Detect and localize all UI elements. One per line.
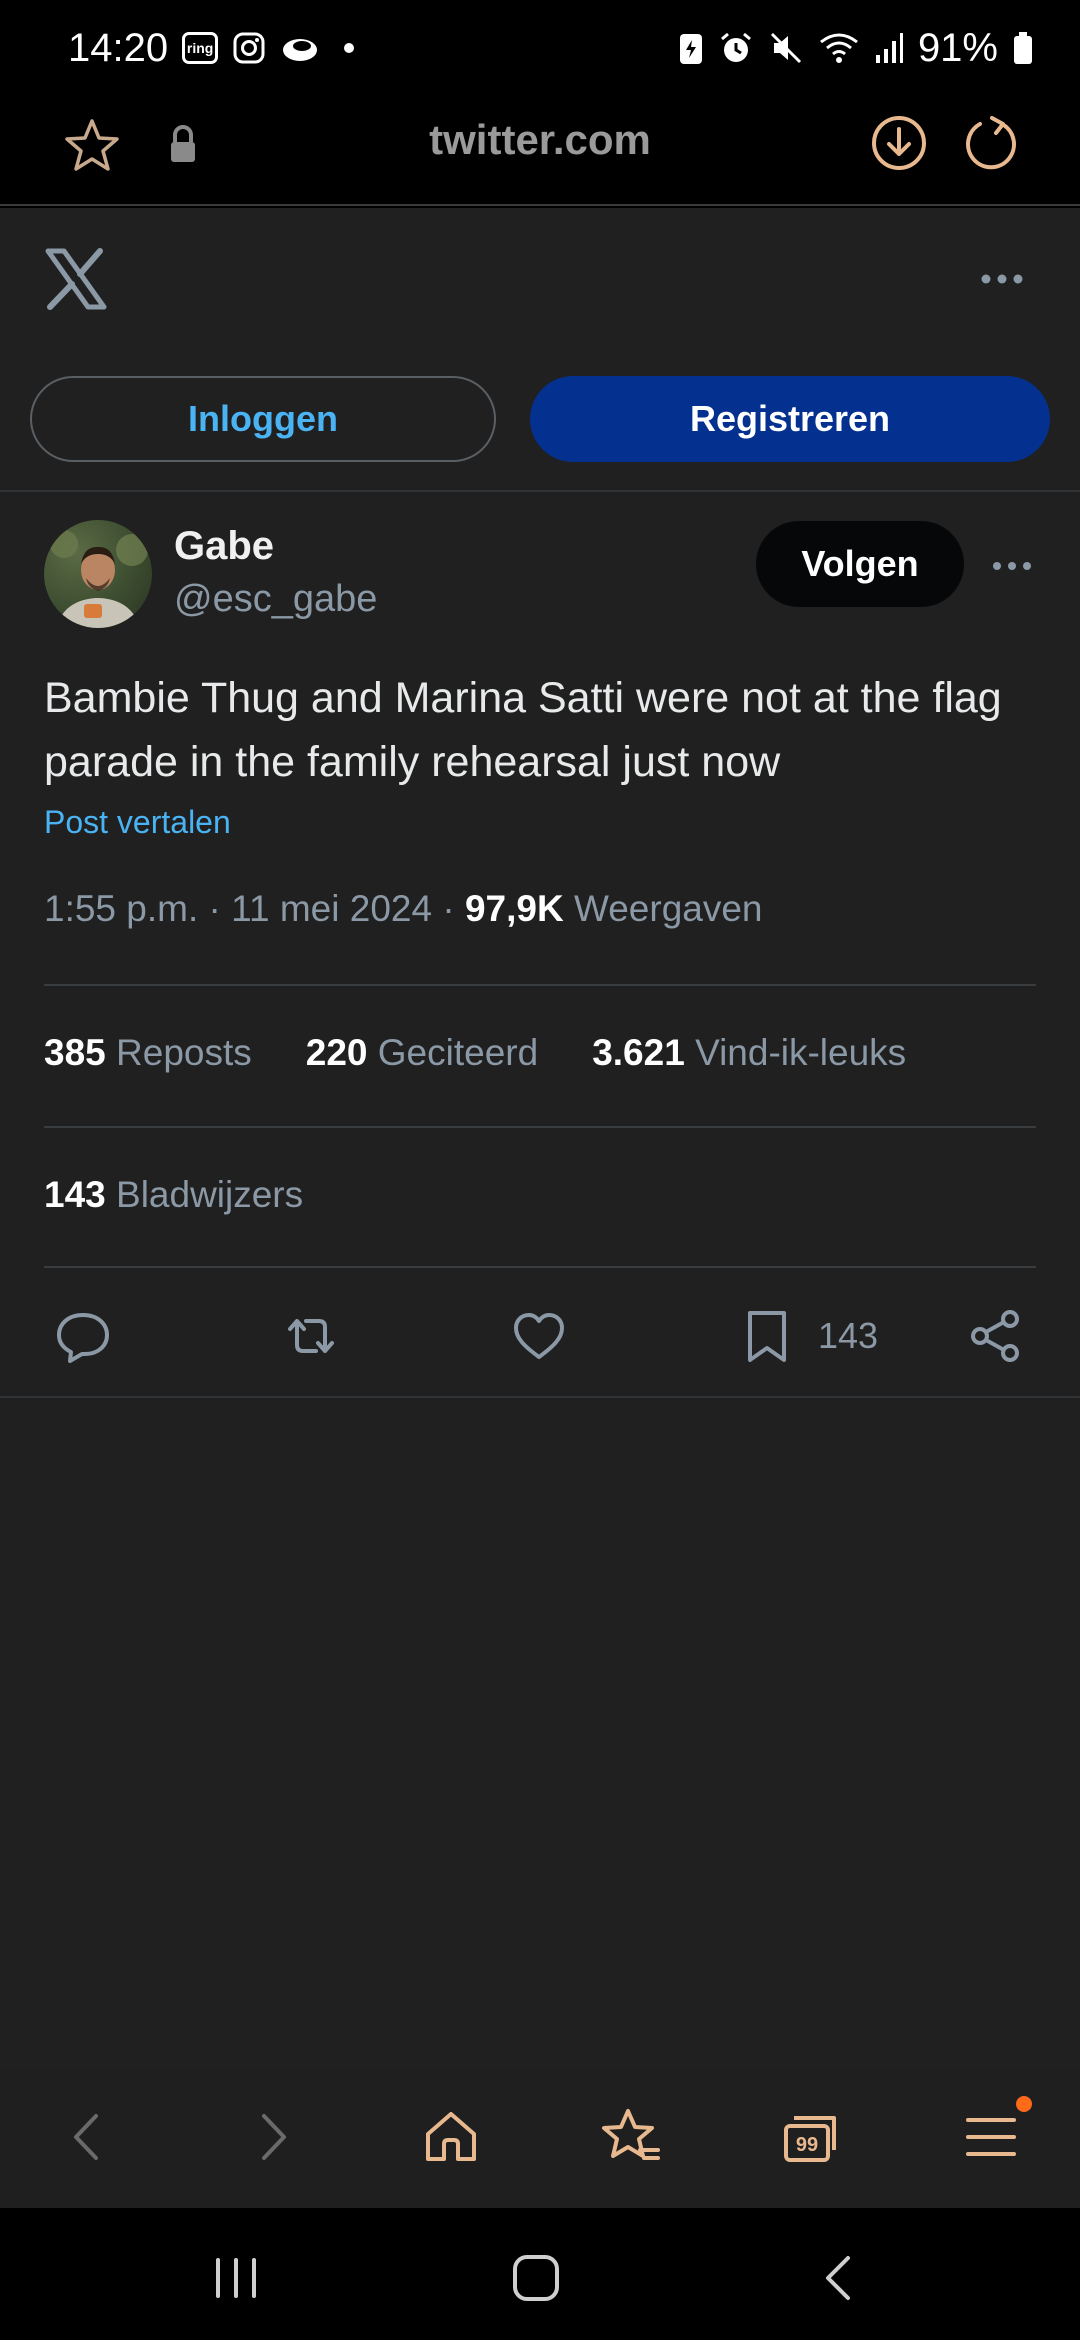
bookmarks-stat: 143 Bladwijzers <box>44 1174 303 1216</box>
menu-notification-dot <box>1016 2096 1032 2112</box>
cloud-icon <box>280 32 320 64</box>
dot-icon <box>344 43 355 53</box>
share-button[interactable] <box>966 1302 1024 1370</box>
tweet-date[interactable]: 11 mei 2024 <box>231 888 432 929</box>
meta-separator: · <box>208 888 221 929</box>
repost-button[interactable] <box>282 1302 340 1370</box>
instagram-icon <box>232 31 266 65</box>
tabs-icon: 99 <box>784 2116 836 2162</box>
divider <box>44 1126 1036 1128</box>
likes-stat[interactable]: 3.621 Vind-ik-leuks <box>592 1032 906 1074</box>
quotes-label: Geciteerd <box>377 1032 539 1073</box>
views-label: Weergaven <box>573 888 763 929</box>
reposts-label: Reposts <box>116 1032 252 1073</box>
tweet-meta: 1:55 p.m. · 11 mei 2024 · 97,9K Weergave… <box>44 888 763 930</box>
system-navigation-bar <box>0 2208 1080 2340</box>
likes-label: Vind-ik-leuks <box>695 1032 907 1073</box>
forward-icon[interactable] <box>238 2104 304 2170</box>
battery-saver-icon <box>678 30 704 66</box>
author-handle[interactable]: @esc_gabe <box>174 578 377 621</box>
status-left: 14:20 ring <box>68 25 355 71</box>
browser-bottom-bar: 99 <box>0 2068 1080 2208</box>
tabs-button[interactable]: 99 <box>778 2104 844 2170</box>
reply-icon <box>57 1313 109 1363</box>
meta-separator: · <box>442 888 455 929</box>
x-logo-icon[interactable] <box>44 248 108 310</box>
bookmark-count: 143 <box>818 1315 879 1356</box>
reply-button[interactable] <box>54 1302 112 1370</box>
reposts-stat[interactable]: 385 Reposts <box>44 1032 252 1074</box>
quotes-stat[interactable]: 220 Geciteerd <box>306 1032 538 1074</box>
tweet-more-icon[interactable] <box>992 560 1032 572</box>
status-right: 91% <box>678 26 1034 71</box>
alarm-icon <box>718 30 754 66</box>
back-icon[interactable] <box>56 2104 122 2170</box>
back-button-icon[interactable] <box>808 2252 868 2304</box>
divider <box>44 1266 1036 1268</box>
home-icon[interactable] <box>418 2104 484 2170</box>
tabs-count: 99 <box>796 2134 818 2156</box>
reload-icon[interactable] <box>962 114 1020 172</box>
mute-icon <box>768 30 804 66</box>
status-bar: 14:20 ring 91% <box>0 0 1080 96</box>
recents-icon[interactable] <box>206 2252 266 2304</box>
battery-percent: 91% <box>917 25 998 70</box>
tweet-text: Bambie Thug and Marina Satti were not at… <box>44 674 1002 786</box>
tweet-time[interactable]: 1:55 p.m. <box>44 888 198 929</box>
browser-toolbar: twitter.com <box>0 96 1080 206</box>
translate-link[interactable]: Post vertalen <box>44 804 231 841</box>
page-content: Inloggen Registreren Gabe @esc_gabe Volg… <box>0 208 1080 2068</box>
ring-icon: ring <box>182 32 219 64</box>
engagement-stats: 385 Reposts 220 Geciteerd 3.621 Vind-ik-… <box>44 1032 906 1074</box>
battery-icon <box>1012 31 1034 65</box>
home-button-icon[interactable] <box>506 2252 566 2304</box>
more-icon[interactable] <box>980 272 1024 286</box>
reposts-count: 385 <box>44 1032 106 1073</box>
views-count: 97,9K <box>464 888 564 929</box>
like-icon <box>514 1313 564 1359</box>
auth-buttons: Inloggen Registreren <box>30 376 1050 462</box>
share-icon <box>971 1310 1019 1362</box>
signal-icon <box>874 31 904 65</box>
bookmark-button[interactable]: 143 <box>738 1302 878 1370</box>
avatar[interactable] <box>44 520 152 628</box>
repost-icon <box>288 1319 334 1353</box>
quotes-count: 220 <box>305 1032 368 1073</box>
register-button[interactable]: Registreren <box>530 376 1050 462</box>
status-time: 14:20 <box>68 25 169 70</box>
likes-count: 3.621 <box>592 1032 685 1073</box>
author-name[interactable]: Gabe <box>174 524 274 569</box>
like-button[interactable] <box>510 1302 568 1370</box>
divider <box>0 490 1080 492</box>
divider <box>44 984 1036 986</box>
login-button[interactable]: Inloggen <box>30 376 496 462</box>
follow-button[interactable]: Volgen <box>756 521 964 607</box>
download-icon[interactable] <box>870 114 928 172</box>
wifi-icon <box>818 30 860 66</box>
bookmarks-icon[interactable] <box>598 2104 664 2170</box>
bookmarks-count: 143 <box>44 1174 106 1215</box>
menu-icon[interactable] <box>958 2104 1024 2170</box>
bookmarks-label: Bladwijzers <box>116 1174 304 1215</box>
bookmark-icon <box>748 1311 786 1362</box>
divider <box>0 1396 1080 1398</box>
